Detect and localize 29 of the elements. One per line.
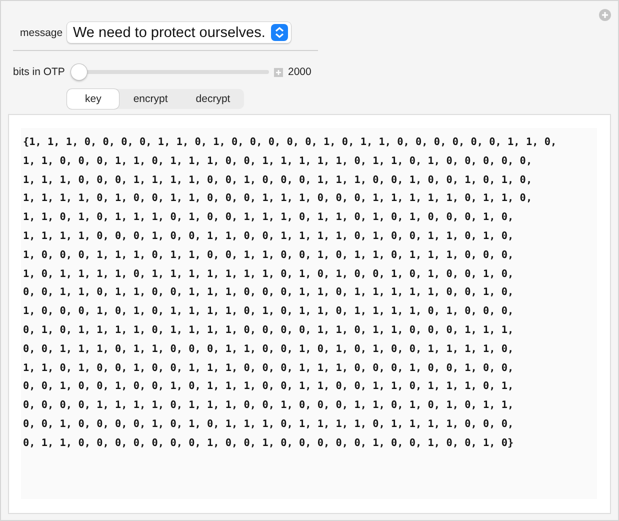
output-line: 1, 0, 1, 1, 1, 1, 0, 1, 1, 1, 1, 1, 1, 1, 0, 1, 0, 1, 0, 0, 1, 0, 1, 0, 0, 1, 0, [23, 268, 515, 282]
tab[interactable]: encrypt [119, 89, 182, 109]
output-line: 1, 0, 0, 0, 1, 1, 1, 0, 1, 1, 0, 0, 1, 1, 0, 0, 1, 0, 1, 1, 0, 1, 1, 1, 0, 0, 0, [23, 248, 515, 263]
output-line: 0, 0, 0, 0, 1, 1, 1, 1, 0, 1, 1, 1, 0, 0, 1, 0, 0, 0, 1, 1, 0, 1, 0, 1, 0, 1, 1, [23, 399, 515, 414]
output-line: {1, 1, 1, 0, 0, 0, 0, 1, 1, 0, 1, 0, 0, 0, 0, 0, 1, 0, 1, 1, 0, 0, 0, 0, 0, 0, 1, 1, 0, [23, 136, 558, 150]
output-line: 0, 1, 1, 0, 0, 0, 0, 0, 0, 0, 1, 0, 0, 1, 0, 0, 0, 0, 0, 1, 0, 0, 1, 0, 0, 1, 0} [23, 436, 515, 451]
output-line: 0, 1, 0, 1, 1, 1, 1, 0, 1, 1, 1, 1, 0, 0, 0, 0, 1, 1, 0, 1, 1, 0, 0, 0, 1, 1, 1, [23, 324, 515, 338]
plus-icon[interactable] [274, 68, 283, 76]
slider[interactable] [71, 64, 269, 80]
tab[interactable]: decrypt [182, 89, 244, 109]
output-line: 0, 0, 1, 0, 0, 0, 0, 1, 0, 1, 0, 1, 1, 1, 0, 1, 1, 1, 1, 0, 1, 1, 1, 1, 0, 0, 0, [23, 418, 515, 432]
message-dropdown[interactable]: We need to protect ourselves. [67, 22, 292, 43]
slider-value: 2000 [288, 66, 312, 78]
slider-label: bits in OTP [13, 66, 66, 78]
output-line: 0, 0, 1, 0, 0, 1, 0, 0, 1, 0, 1, 1, 1, 0, 0, 1, 1, 0, 0, 1, 1, 0, 1, 1, 1, 0, 1, [23, 380, 515, 394]
output-line: 1, 1, 1, 1, 0, 0, 0, 1, 0, 0, 1, 1, 0, 0, 1, 1, 1, 1, 0, 1, 0, 0, 1, 1, 0, 1, 0, [23, 230, 515, 244]
output-line: 0, 0, 1, 1, 0, 1, 1, 0, 0, 1, 1, 1, 0, 0, 0, 1, 1, 0, 1, 1, 1, 1, 1, 0, 0, 1, 0, [23, 286, 515, 300]
add-icon[interactable] [599, 9, 611, 21]
output-line: 0, 0, 1, 1, 1, 0, 1, 1, 0, 0, 0, 1, 1, 0, 0, 1, 0, 1, 0, 1, 0, 0, 1, 1, 1, 1, 0, [23, 342, 515, 357]
message-label: message [20, 26, 64, 38]
output-line: 1, 1, 0, 1, 0, 1, 1, 1, 0, 1, 0, 0, 1, 1, 1, 0, 1, 1, 0, 1, 0, 1, 0, 0, 0, 1, 0, [23, 211, 515, 226]
tab[interactable]: key [67, 89, 120, 109]
output-line: 1, 1, 1, 1, 0, 1, 0, 0, 1, 1, 0, 0, 0, 1, 1, 1, 0, 0, 0, 1, 1, 1, 1, 1, 0, 1, 1, 0, [23, 192, 534, 206]
stepper-icon [271, 24, 288, 41]
output-line: 1, 1, 1, 0, 0, 0, 1, 1, 1, 1, 0, 0, 1, 0, 0, 0, 1, 1, 1, 0, 0, 1, 0, 0, 1, 0, 1, 0, [23, 174, 534, 188]
output-line: 1, 0, 0, 0, 1, 0, 1, 0, 1, 1, 1, 1, 0, 1, 0, 1, 1, 0, 1, 1, 1, 1, 0, 1, 0, 0, 0, [23, 305, 515, 320]
output-line: 1, 1, 0, 0, 0, 1, 1, 0, 1, 1, 1, 0, 0, 1, 1, 1, 1, 1, 0, 1, 1, 0, 1, 0, 0, 0, 0, 0, [23, 154, 534, 169]
slider-thumb[interactable] [71, 64, 87, 80]
output-line: 1, 1, 0, 1, 0, 0, 1, 0, 0, 1, 1, 1, 0, 0, 0, 1, 1, 1, 0, 0, 0, 1, 0, 0, 1, 0, 0, [23, 362, 515, 376]
